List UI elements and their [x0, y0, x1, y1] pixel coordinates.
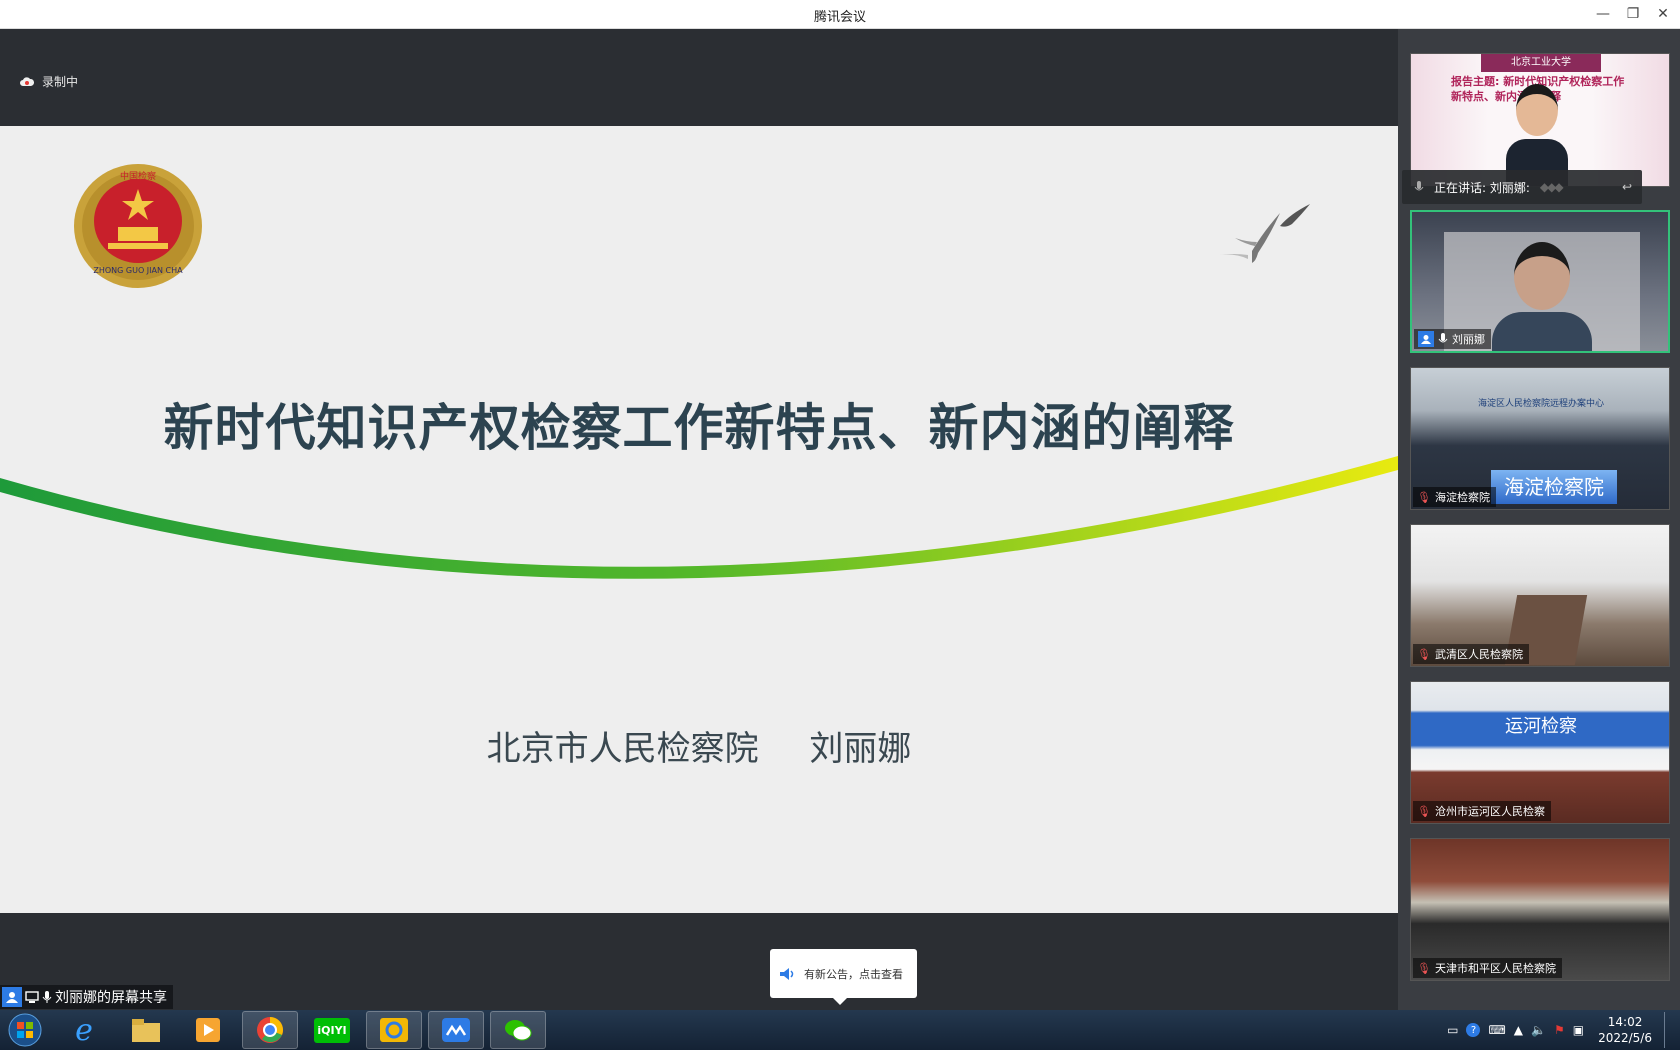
system-tray: ▭ ? ⌨ ▲ 🔈 ⚑ ▣ 14:02 2022/5/6 [1447, 1010, 1680, 1050]
ie-icon[interactable]: e [56, 1011, 112, 1049]
network-icon[interactable]: ▣ [1573, 1023, 1584, 1037]
green-swoosh-decoration [0, 456, 1398, 579]
browser-icon[interactable] [242, 1011, 298, 1049]
user-icon [1418, 331, 1434, 347]
recording-indicator[interactable]: 录制中 [20, 73, 78, 90]
tray-expand-icon[interactable]: ▲ [1514, 1023, 1523, 1037]
start-icon[interactable] [0, 1011, 50, 1049]
wall-sign: 运河检察 [1505, 716, 1577, 737]
volume-icon[interactable]: 🔈 [1531, 1023, 1546, 1037]
minimize-icon[interactable]: — [1592, 4, 1614, 24]
help-icon[interactable]: ? [1466, 1023, 1481, 1037]
share-label-text: 刘丽娜的屏幕共享 [55, 990, 167, 1006]
participant-name: 天津市和平区人民检察院 [1434, 962, 1556, 975]
wechat-icon[interactable] [490, 1011, 546, 1049]
microphone-icon [1438, 333, 1448, 343]
speaker-icon [780, 967, 794, 980]
participant-name: 海淀检察院 [1434, 491, 1490, 504]
clock-date: 2022/5/6 [1598, 1031, 1652, 1045]
iqiyi-label: iQIYI [314, 1017, 350, 1043]
shared-screen-area: 录制中 中国检察 ZHONG GUO JIAN CHA 新时代知识产权检察工作新… [0, 29, 1398, 1010]
mic-muted-icon: 🎙 [1417, 804, 1431, 818]
tray-input-icon[interactable]: ⌨ [1488, 1023, 1505, 1037]
cloud-record-icon [20, 76, 34, 86]
participant-name: 武清区人民检察院 [1434, 648, 1523, 661]
mic-muted-icon: 🎙 [1417, 647, 1431, 661]
participant-name-tag: 🎙 海淀检察院 [1413, 487, 1496, 507]
media-player-icon[interactable] [180, 1011, 236, 1049]
tencent-meeting-icon[interactable] [428, 1011, 484, 1049]
screen-share-icon [25, 991, 39, 1003]
slide-org: 北京市人民检察院 [486, 729, 759, 769]
speaking-indicator: 正在讲话: 刘丽娜: ◆◆◆ ↩ [1402, 170, 1642, 204]
participant-name-tag: 🎙 沧州市运河区人民检察 [1413, 801, 1551, 821]
participant-tile[interactable]: 刘丽娜 [1410, 210, 1670, 353]
university-banner: 北京工业大学 [1481, 54, 1601, 72]
emblem-bottom-text: ZHONG GUO JIAN CHA [93, 266, 183, 275]
window-titlebar: 腾讯会议 — ❐ ✕ [0, 0, 1680, 29]
slide-presenter: 刘丽娜 [809, 729, 912, 769]
explorer-icon[interactable] [118, 1011, 174, 1049]
presentation-slide: 中国检察 ZHONG GUO JIAN CHA 新时代知识产权检察工作新特点、新… [0, 126, 1398, 913]
slide-title: 新时代知识产权检察工作新特点、新内涵的阐释 [163, 398, 1235, 457]
recording-label: 录制中 [42, 75, 79, 89]
person-figure [1492, 232, 1592, 351]
procuratorate-emblem-icon: 中国检察 ZHONG GUO JIAN CHA [74, 164, 202, 288]
notice-text: 有新公告，点击查看 [804, 967, 903, 981]
wall-sign: 海淀区人民检察院远程办案中心 [1477, 399, 1604, 409]
qq-browser-icon[interactable] [366, 1011, 422, 1049]
participant-name: 沧州市运河区人民检察 [1434, 805, 1545, 818]
mic-muted-icon: 🎙 [1417, 961, 1431, 975]
participant-tile[interactable]: 运河检察 🎙 沧州市运河区人民检察 [1410, 681, 1670, 824]
microphone-icon [1414, 181, 1424, 191]
participant-video-panel: 北京工业大学 报告主题: 新时代知识产权检察工作新特点、新内涵的阐释 正在讲话:… [1398, 29, 1680, 1010]
participant-tile[interactable]: 🎙 武清区人民检察院 [1410, 524, 1670, 667]
close-icon[interactable]: ✕ [1652, 4, 1674, 24]
tray-folder-icon[interactable]: ▭ [1447, 1023, 1458, 1037]
clock[interactable]: 14:02 2022/5/6 [1598, 1014, 1652, 1046]
location-banner: 海淀检察院 [1491, 470, 1617, 504]
slide-subtitle: 北京市人民检察院 刘丽娜 [0, 721, 1398, 770]
taskbar: e iQIYI ▭ ? ⌨ ▲ 🔈 ⚑ ▣ 14:02 2022/5/6 [0, 1010, 1680, 1050]
microphone-icon [42, 991, 52, 1003]
iqiyi-icon[interactable]: iQIYI [304, 1011, 360, 1049]
participant-name-tag: 🎙 武清区人民检察院 [1413, 644, 1529, 664]
window-title: 腾讯会议 [813, 10, 866, 25]
participant-name-tag: 刘丽娜 [1414, 329, 1491, 349]
user-icon [2, 987, 22, 1007]
screen-share-label: 刘丽娜的屏幕共享 [0, 985, 173, 1009]
seagulls-decoration [1218, 204, 1310, 263]
reply-icon[interactable]: ↩ [1622, 180, 1632, 194]
mic-muted-icon: 🎙 [1417, 490, 1431, 504]
show-desktop-button[interactable] [1664, 1012, 1670, 1048]
restore-icon[interactable]: ❐ [1622, 4, 1644, 24]
announcement-notice[interactable]: 有新公告，点击查看 [770, 949, 917, 1005]
participant-tile[interactable]: 🎙 天津市和平区人民检察院 [1410, 838, 1670, 981]
clock-time: 14:02 [1607, 1015, 1643, 1029]
flag-icon[interactable]: ⚑ [1554, 1023, 1565, 1037]
emblem-top-text: 中国检察 [120, 170, 156, 182]
participant-tile[interactable]: 北京工业大学 报告主题: 新时代知识产权检察工作新特点、新内涵的阐释 [1410, 53, 1670, 187]
speaking-text: 正在讲话: 刘丽娜: [1434, 180, 1530, 195]
participant-tile[interactable]: 海淀区人民检察院远程办案中心 海淀检察院 🎙 海淀检察院 [1410, 367, 1670, 510]
participant-name: 刘丽娜 [1452, 333, 1485, 346]
participant-name-tag: 🎙 天津市和平区人民检察院 [1413, 958, 1562, 978]
